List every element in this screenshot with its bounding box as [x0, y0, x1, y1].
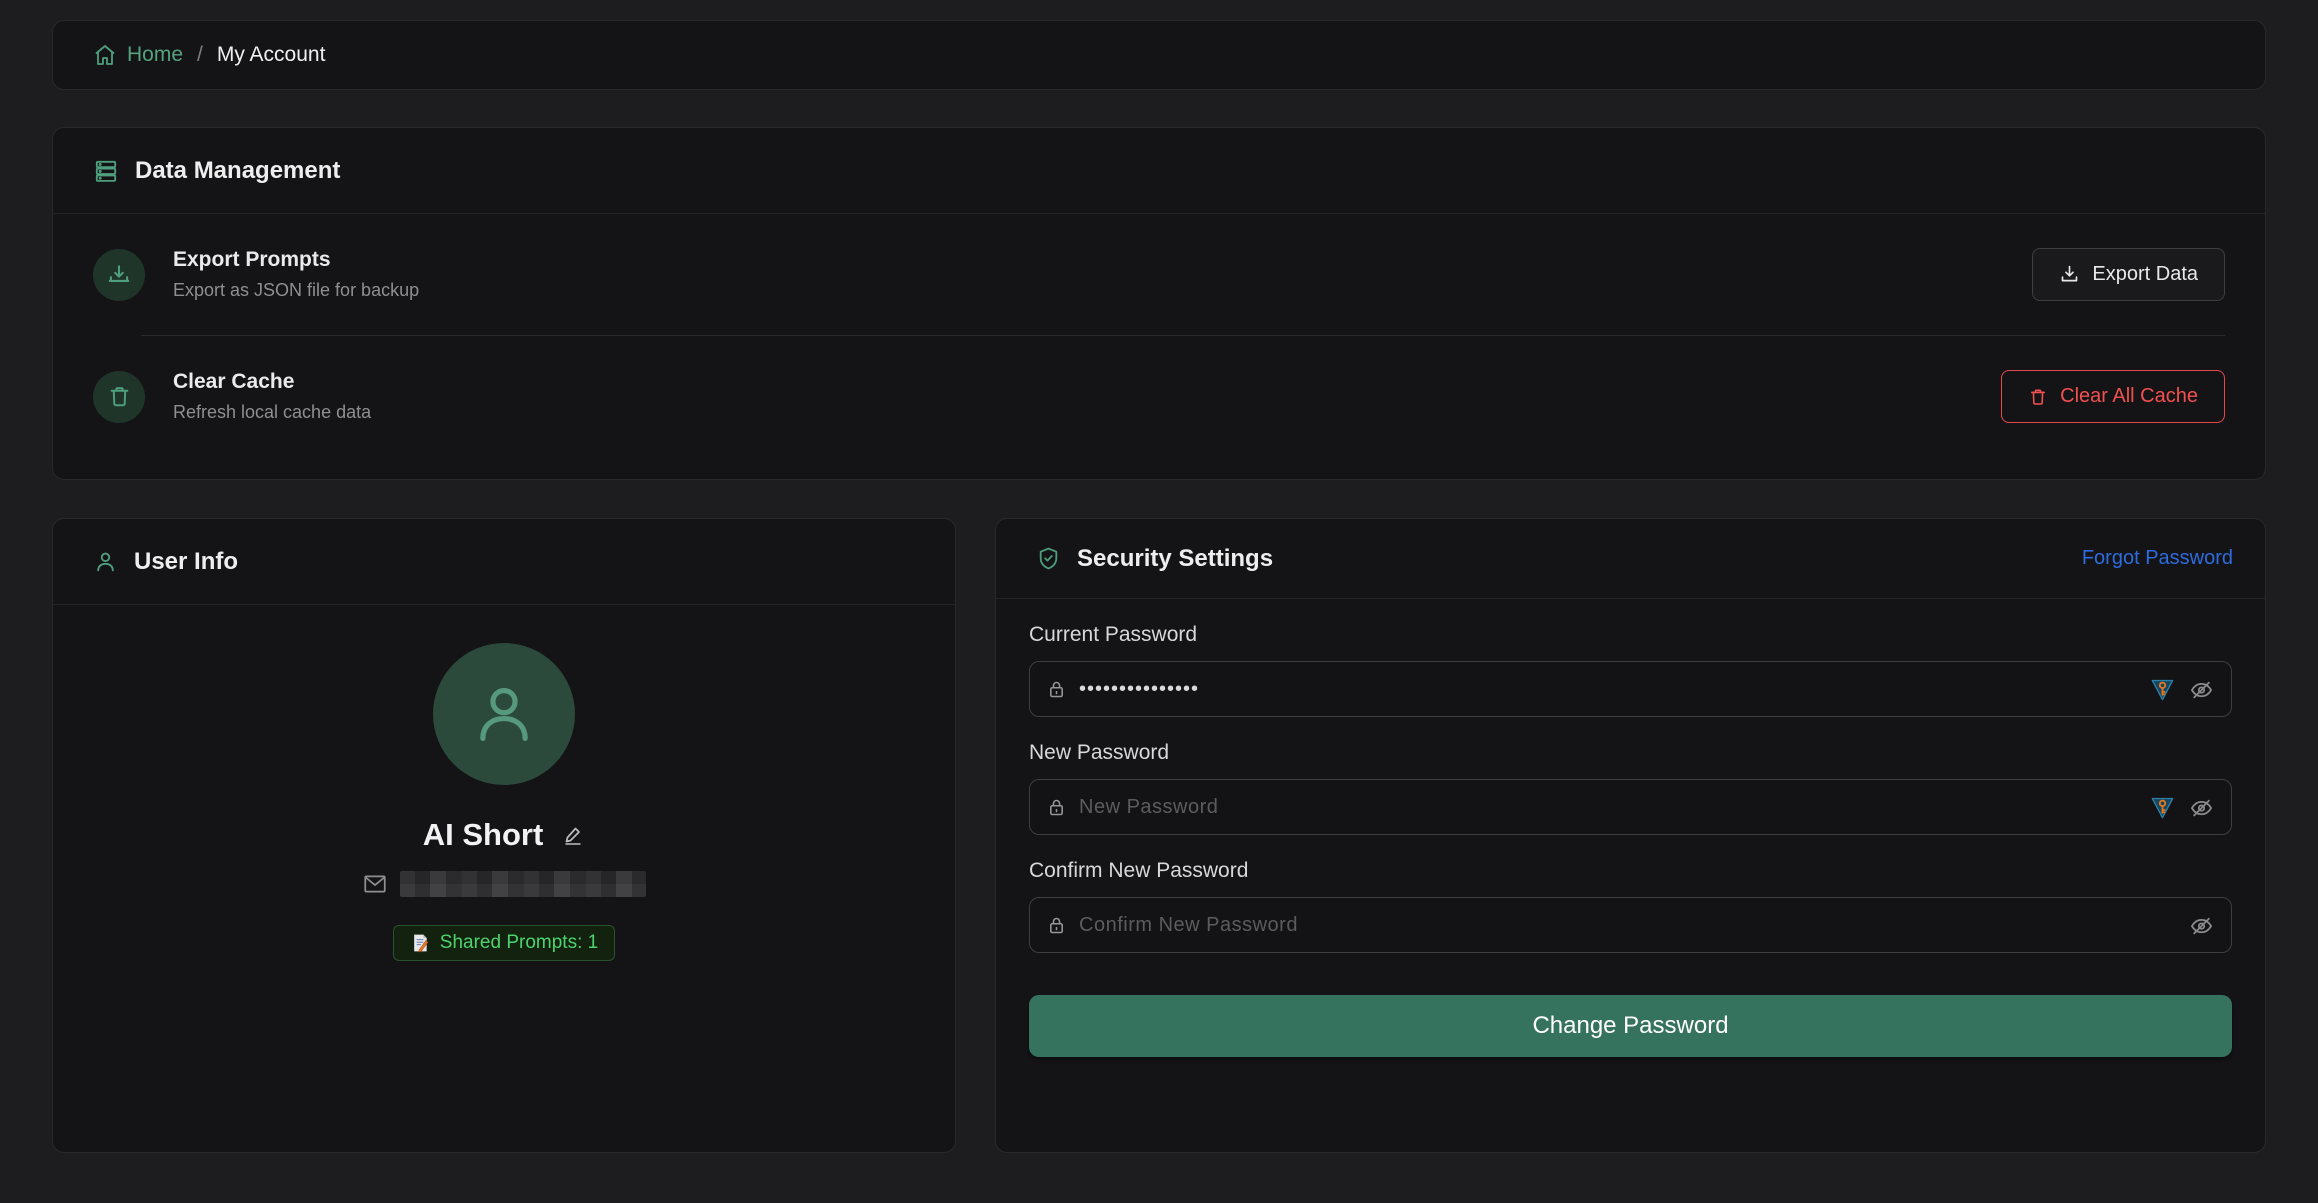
export-data-button[interactable]: Export Data [2032, 248, 2225, 301]
data-management-card: Data Management Export Prompts Export as… [52, 127, 2266, 480]
confirm-password-field [1029, 897, 2232, 953]
shared-prompts-badge-label: Shared Prompts: 1 [440, 932, 598, 954]
avatar[interactable] [433, 643, 575, 785]
toggle-visibility-icon[interactable] [2188, 676, 2215, 703]
lock-icon [1046, 915, 1067, 936]
breadcrumb-home-label[interactable]: Home [127, 43, 183, 67]
download-icon [2059, 264, 2080, 285]
password-manager-extension-icon[interactable] [2149, 794, 2176, 821]
redacted-email [400, 871, 646, 897]
user-display-name: AI Short [423, 817, 544, 853]
lock-icon [1046, 679, 1067, 700]
database-icon [93, 158, 119, 184]
current-password-input[interactable] [1079, 678, 2137, 701]
clear-all-cache-button[interactable]: Clear All Cache [2001, 370, 2225, 423]
page: Home / My Account Data Management Export… [52, 0, 2266, 1153]
user-info-card: User Info AI Short [52, 518, 956, 1153]
breadcrumb-home-link[interactable]: Home [93, 43, 183, 67]
clear-cache-subtitle: Refresh local cache data [173, 402, 371, 423]
confirm-password-input[interactable] [1079, 914, 2176, 937]
trash-icon [2028, 387, 2048, 407]
forgot-password-link[interactable]: Forgot Password [2082, 547, 2233, 570]
export-prompts-subtitle: Export as JSON file for backup [173, 280, 419, 301]
data-management-header: Data Management [53, 128, 2265, 214]
new-password-label: New Password [1029, 741, 2232, 765]
download-circle-icon [93, 249, 145, 301]
trash-circle-icon [93, 371, 145, 423]
user-icon [93, 549, 118, 574]
user-email-row [362, 871, 646, 897]
shield-check-icon [1036, 546, 1061, 571]
shared-prompts-badge: Shared Prompts: 1 [393, 925, 615, 961]
toggle-visibility-icon[interactable] [2188, 912, 2215, 939]
data-management-title: Data Management [135, 157, 340, 185]
breadcrumb-current: My Account [217, 43, 326, 67]
new-password-field [1029, 779, 2232, 835]
password-manager-extension-icon[interactable] [2149, 676, 2176, 703]
memo-icon [410, 933, 430, 953]
mail-icon [362, 871, 388, 897]
user-info-header: User Info [53, 519, 955, 605]
user-info-title: User Info [134, 548, 238, 576]
security-settings-header: Security Settings Forgot Password [996, 519, 2265, 599]
home-icon [93, 43, 117, 67]
security-settings-card: Security Settings Forgot Password Curren… [995, 518, 2266, 1153]
edit-name-icon[interactable] [561, 823, 585, 847]
confirm-password-label: Confirm New Password [1029, 859, 2232, 883]
clear-cache-row: Clear Cache Refresh local cache data Cle… [53, 336, 2265, 479]
clear-cache-title: Clear Cache [173, 370, 371, 394]
security-settings-title: Security Settings [1077, 545, 1273, 573]
export-data-button-label: Export Data [2092, 263, 2198, 286]
change-password-button[interactable]: Change Password [1029, 995, 2232, 1057]
export-prompts-title: Export Prompts [173, 248, 419, 272]
current-password-field [1029, 661, 2232, 717]
current-password-label: Current Password [1029, 623, 2232, 647]
new-password-input[interactable] [1079, 796, 2137, 819]
breadcrumb-separator: / [197, 43, 203, 67]
toggle-visibility-icon[interactable] [2188, 794, 2215, 821]
breadcrumb: Home / My Account [52, 20, 2266, 90]
clear-all-cache-button-label: Clear All Cache [2060, 385, 2198, 408]
lock-icon [1046, 797, 1067, 818]
export-prompts-row: Export Prompts Export as JSON file for b… [53, 214, 2265, 335]
